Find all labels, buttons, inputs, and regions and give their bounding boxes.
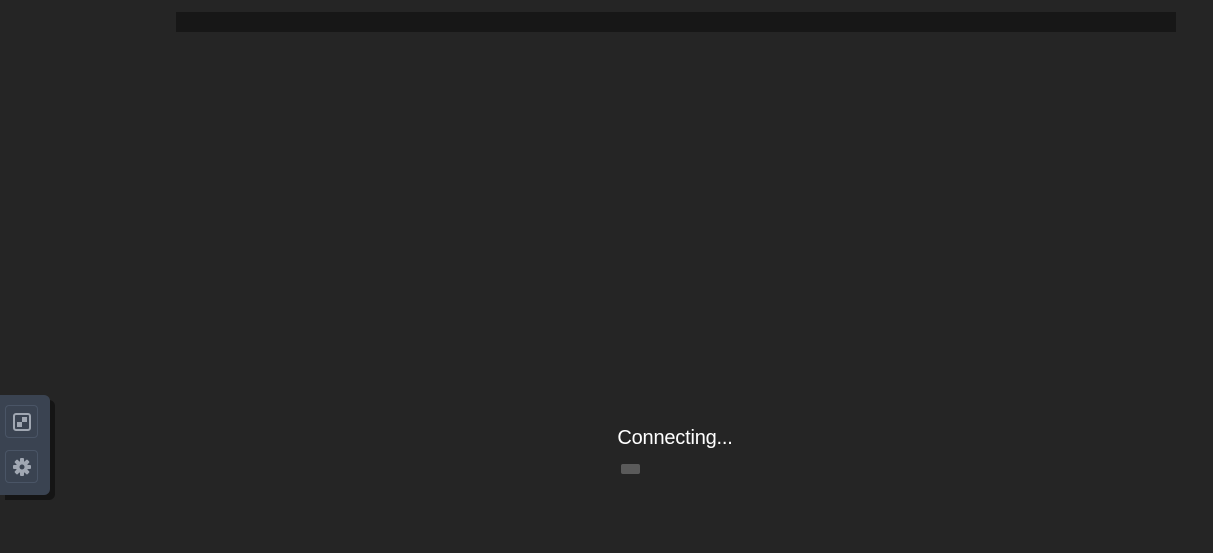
fullscreen-button[interactable] [5, 405, 38, 438]
gear-icon [12, 457, 31, 476]
fullscreen-icon [12, 412, 31, 431]
connection-status: Connecting... [600, 424, 750, 474]
settings-button[interactable] [5, 450, 38, 483]
connection-progress-indicator [621, 464, 640, 474]
control-panel [0, 395, 50, 495]
status-text: Connecting... [617, 427, 733, 449]
top-bar [176, 12, 1176, 32]
